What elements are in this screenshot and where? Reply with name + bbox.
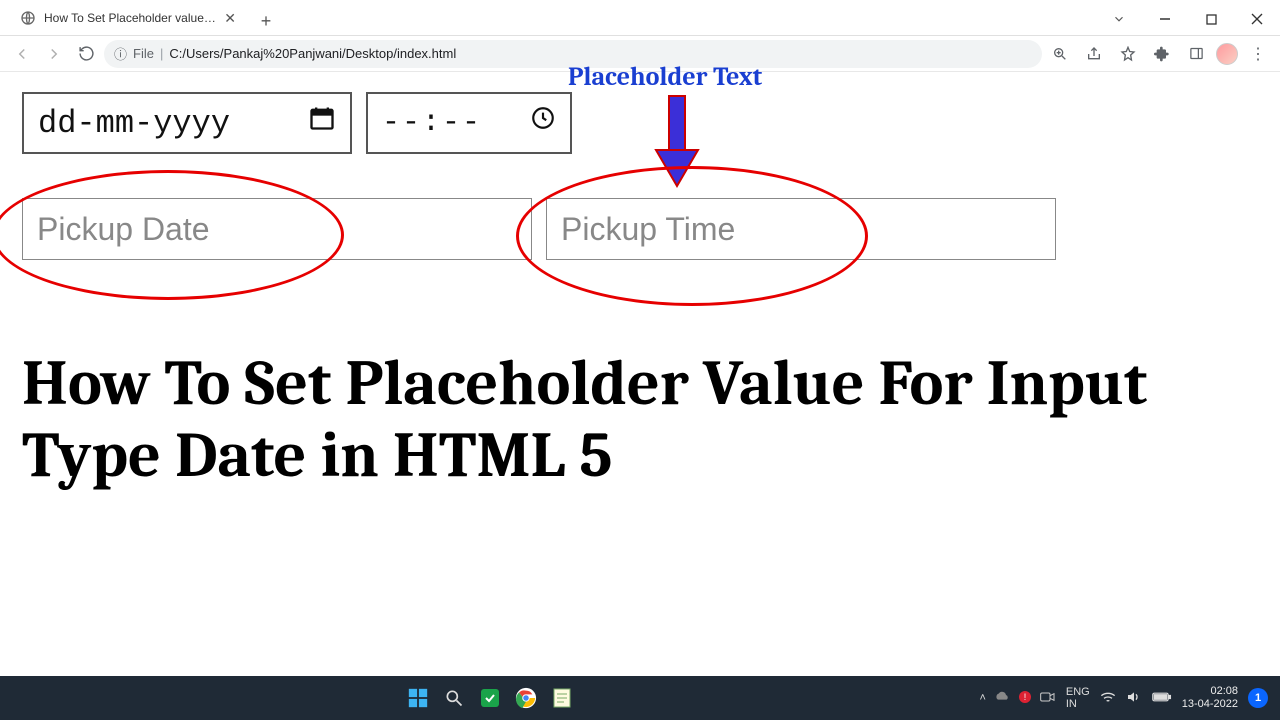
taskbar-right: ˄ ! ENG IN 02:08 13-04-2022 1 (979, 685, 1280, 710)
zoom-icon[interactable] (1046, 40, 1074, 68)
battery-icon[interactable] (1152, 691, 1172, 706)
language-line1: ENG (1066, 686, 1090, 698)
extensions-icon[interactable] (1148, 40, 1176, 68)
menu-icon[interactable]: ⋮ (1244, 40, 1272, 68)
taskbar-center (0, 683, 979, 713)
arrow-icon (650, 94, 704, 195)
notification-badge[interactable]: 1 (1248, 688, 1268, 708)
search-button[interactable] (439, 683, 469, 713)
globe-icon (20, 10, 36, 26)
nav-forward-button[interactable] (40, 40, 68, 68)
svg-text:!: ! (1024, 692, 1027, 702)
pickup-date-placeholder: Pickup Date (37, 211, 210, 248)
window-maximize-button[interactable] (1188, 3, 1234, 35)
url-separator: | (160, 46, 163, 61)
toolbar-right: ⋮ (1046, 40, 1272, 68)
calendar-icon[interactable] (308, 104, 336, 142)
nav-reload-button[interactable] (72, 40, 100, 68)
page-headline: How To Set Placeholder Value For Input T… (22, 348, 1258, 491)
system-tray[interactable]: ˄ ! (979, 690, 1055, 707)
chrome-taskbar-icon[interactable] (511, 683, 541, 713)
date-input-native[interactable]: dd-mm-yyyy (22, 92, 352, 154)
pickup-time-placeholder: Pickup Time (561, 211, 735, 248)
tab-close-icon[interactable]: ✕ (224, 10, 236, 27)
pickup-date-input[interactable]: Pickup Date (22, 198, 532, 260)
window-close-button[interactable] (1234, 3, 1280, 35)
url-path: C:/Users/Pankaj%20Panjwani/Desktop/index… (169, 46, 456, 61)
time-input-value: --:-- (382, 106, 482, 140)
clock-icon[interactable] (530, 105, 556, 141)
profile-avatar[interactable] (1216, 43, 1238, 65)
time-input-native[interactable]: --:-- (366, 92, 572, 154)
taskbar-app-icon[interactable] (475, 683, 505, 713)
pickup-time-input[interactable]: Pickup Time (546, 198, 1056, 260)
clock-date: 13-04-2022 (1182, 698, 1238, 711)
windows-taskbar: ˄ ! ENG IN 02:08 13-04-2022 1 (0, 676, 1280, 720)
url-scheme: File (133, 46, 154, 61)
side-panel-icon[interactable] (1182, 40, 1210, 68)
new-tab-button[interactable]: + (252, 7, 280, 35)
taskbar-clock[interactable]: 02:08 13-04-2022 (1182, 685, 1238, 710)
page-content: Placeholder Text dd-mm-yyyy --:-- Pickup… (0, 72, 1280, 511)
share-icon[interactable] (1080, 40, 1108, 68)
meet-now-icon[interactable] (1040, 691, 1056, 706)
volume-icon[interactable] (1126, 690, 1142, 707)
bookmark-icon[interactable] (1114, 40, 1142, 68)
window-dropdown-icon[interactable] (1096, 3, 1142, 35)
wifi-icon[interactable] (1100, 690, 1116, 707)
chevron-up-icon[interactable]: ˄ (979, 692, 985, 704)
window-minimize-button[interactable] (1142, 3, 1188, 35)
language-line2: IN (1066, 698, 1090, 710)
browser-tab[interactable]: How To Set Placeholder value for ✕ (8, 1, 248, 35)
tab-title: How To Set Placeholder value for (44, 11, 216, 25)
date-input-value: dd-mm-yyyy (38, 105, 230, 142)
notepad-taskbar-icon[interactable] (547, 683, 577, 713)
window-titlebar: How To Set Placeholder value for ✕ + (0, 0, 1280, 36)
language-indicator[interactable]: ENG IN (1066, 686, 1090, 710)
info-icon: ⓘ (114, 44, 127, 63)
start-button[interactable] (403, 683, 433, 713)
annotation-label: Placeholder Text (568, 62, 762, 92)
window-controls (1096, 3, 1280, 35)
onedrive-icon[interactable] (994, 691, 1010, 706)
clock-time: 02:08 (1182, 685, 1238, 698)
nav-back-button[interactable] (8, 40, 36, 68)
security-warning-icon[interactable]: ! (1018, 690, 1032, 707)
